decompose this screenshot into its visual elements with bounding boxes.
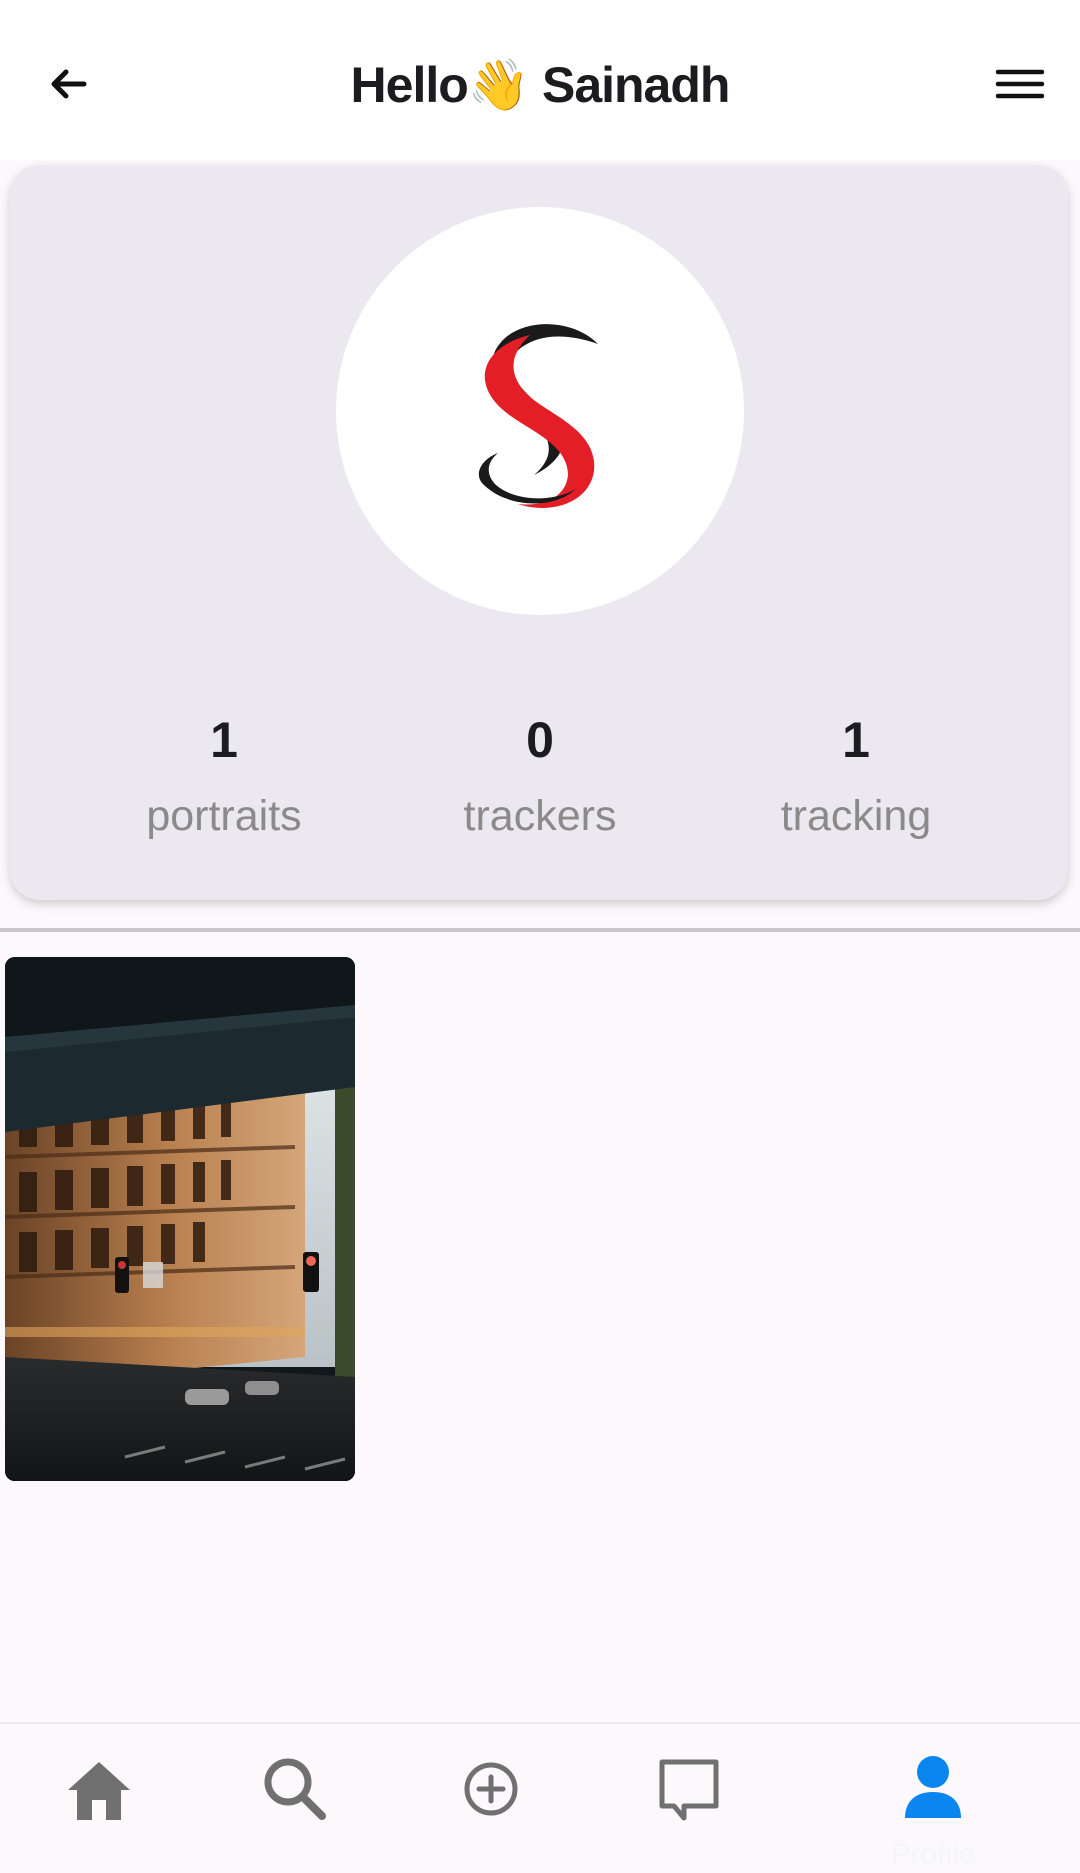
title-greeting: Hello	[350, 57, 469, 113]
profile-card: 1 portraits 0 trackers 1 tracking	[10, 165, 1068, 900]
stat-label: tracking	[780, 792, 932, 840]
bottom-navigation: Profile	[0, 1722, 1080, 1873]
person-icon	[905, 1756, 961, 1818]
menu-button[interactable]	[986, 52, 1054, 120]
page-title: Hello👋 Sainadh	[0, 50, 1080, 120]
stat-label: portraits	[146, 792, 302, 840]
hamburger-menu-icon	[995, 69, 1045, 99]
stat-value: 1	[210, 712, 238, 768]
nav-profile[interactable]: Profile	[878, 1754, 988, 1871]
chat-icon	[659, 1759, 719, 1821]
nav-home[interactable]	[44, 1754, 154, 1854]
nav-add[interactable]	[436, 1754, 546, 1854]
home-icon	[68, 1762, 130, 1820]
waving-hand-emoji: 👋	[467, 56, 530, 114]
section-divider	[0, 928, 1080, 932]
search-icon	[264, 1758, 326, 1820]
top-app-bar: Hello👋 Sainadh	[0, 0, 1080, 160]
street-building-photo	[5, 957, 355, 1481]
stat-trackers[interactable]: 0 trackers	[420, 705, 660, 851]
title-user-name: Sainadh	[541, 57, 730, 113]
profile-avatar[interactable]	[336, 207, 744, 615]
stat-portraits[interactable]: 1 portraits	[104, 705, 344, 851]
stat-tracking[interactable]: 1 tracking	[736, 705, 976, 851]
s-logo	[478, 324, 598, 508]
stat-label: trackers	[463, 792, 617, 840]
portrait-thumbnail[interactable]	[5, 957, 355, 1481]
add-circle-icon	[464, 1762, 518, 1816]
stat-value: 1	[842, 712, 870, 768]
nav-search[interactable]	[240, 1754, 350, 1854]
nav-messages[interactable]	[634, 1754, 744, 1854]
stat-value: 0	[526, 712, 554, 768]
nav-profile-label: Profile	[890, 1838, 976, 1871]
